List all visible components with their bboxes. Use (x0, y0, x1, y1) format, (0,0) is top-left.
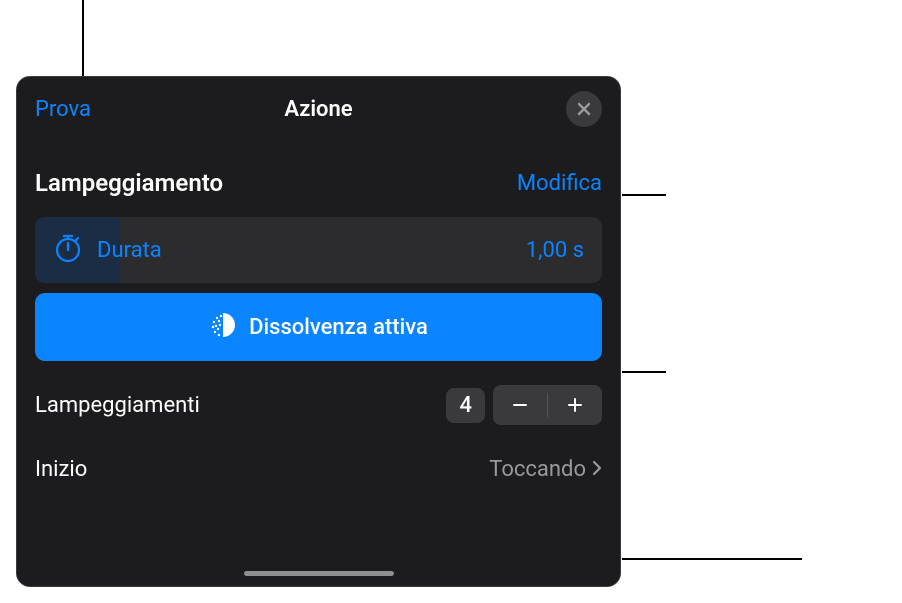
count-row: Lampeggiamenti 4 (17, 371, 620, 439)
duration-slider[interactable]: Durata 1,00 s (35, 217, 602, 283)
preview-button[interactable]: Prova (35, 97, 91, 122)
effect-name: Lampeggiamento (35, 169, 223, 197)
panel-header: Prova Azione (17, 77, 620, 141)
chevron-right-icon (592, 460, 602, 480)
start-value-wrap: Toccando (489, 457, 602, 482)
callout-line (622, 558, 802, 560)
action-panel: Prova Azione Lampeggiamento Modifica Dur… (16, 76, 621, 587)
start-label: Inizio (35, 457, 87, 482)
callout-line (82, 0, 84, 76)
start-row[interactable]: Inizio Toccando (17, 439, 620, 482)
count-stepper (493, 385, 602, 425)
plus-icon (566, 396, 584, 414)
start-value: Toccando (489, 457, 586, 482)
count-controls: 4 (446, 385, 602, 425)
callout-line (622, 371, 666, 373)
stopwatch-icon (53, 233, 83, 267)
duration-label: Durata (97, 238, 526, 263)
effect-section-header: Lampeggiamento Modifica (17, 141, 620, 209)
close-button[interactable] (566, 91, 602, 127)
dissolve-button[interactable]: Dissolvenza attiva (35, 293, 602, 361)
close-icon (576, 101, 592, 117)
dissolve-label: Dissolvenza attiva (249, 315, 428, 340)
callout-line (622, 194, 666, 196)
duration-value: 1,00 s (526, 238, 584, 263)
dissolve-icon (209, 311, 237, 343)
increment-button[interactable] (548, 385, 602, 425)
edit-button[interactable]: Modifica (517, 171, 602, 196)
home-indicator (244, 571, 394, 576)
decrement-button[interactable] (493, 385, 547, 425)
count-label: Lampeggiamenti (35, 393, 200, 418)
minus-icon (511, 396, 529, 414)
panel-title: Azione (284, 97, 352, 122)
count-value: 4 (446, 388, 485, 423)
